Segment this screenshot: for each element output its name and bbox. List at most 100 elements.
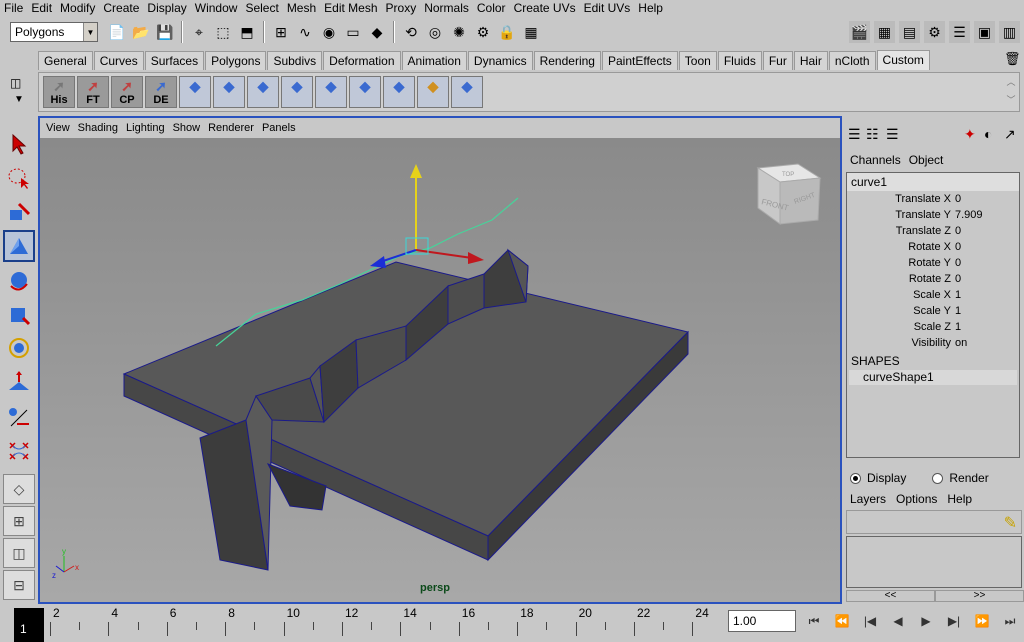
scroll-down-icon[interactable]: ﹀ bbox=[1005, 93, 1017, 107]
four-view-layout-icon[interactable]: ⊞ bbox=[3, 506, 35, 536]
new-layer-icon[interactable]: ✎ bbox=[1004, 513, 1017, 533]
attribute-row[interactable]: Scale X1 bbox=[847, 287, 1019, 303]
attribute-value[interactable]: 0 bbox=[953, 191, 1019, 207]
ipr-icon[interactable]: ✺ bbox=[448, 21, 470, 43]
persp-graph-layout-icon[interactable]: ⊟ bbox=[3, 570, 35, 600]
shelf-button-sew-uv-icon[interactable]: ◆ bbox=[451, 76, 483, 108]
attribute-value[interactable]: 1 bbox=[953, 287, 1019, 303]
make-live-icon[interactable]: ◆ bbox=[366, 21, 388, 43]
attribute-row[interactable]: Rotate Z0 bbox=[847, 271, 1019, 287]
attribute-value[interactable]: 0 bbox=[953, 223, 1019, 239]
menu-file[interactable]: File bbox=[0, 0, 27, 16]
save-scene-icon[interactable]: 💾 bbox=[154, 21, 176, 43]
rotate-tool-icon[interactable] bbox=[3, 264, 35, 296]
tab-dynamics[interactable]: Dynamics bbox=[467, 51, 533, 70]
axis-icon[interactable]: ✦ bbox=[964, 126, 976, 143]
shelf-button-grid-uv-icon[interactable]: ◆ bbox=[383, 76, 415, 108]
attribute-value[interactable]: 1 bbox=[953, 303, 1019, 319]
menu-help[interactable]: Help bbox=[634, 0, 667, 16]
scale-tool-icon[interactable] bbox=[3, 298, 35, 330]
attribute-row[interactable]: Translate X0 bbox=[847, 191, 1019, 207]
attribute-value[interactable]: 1 bbox=[953, 319, 1019, 335]
attribute-row[interactable]: Translate Y 7.909 bbox=[847, 207, 1019, 223]
shelf-button-delete-edges-icon[interactable]: ➚ DE bbox=[145, 76, 177, 108]
select-hierarchy-icon[interactable]: ⌖ bbox=[188, 21, 210, 43]
render-settings-icon[interactable]: ⚙ bbox=[472, 21, 494, 43]
shelf-button-center-pivot-icon[interactable]: ➚ CP bbox=[111, 76, 143, 108]
chevron-down-icon[interactable]: ▼ bbox=[14, 94, 24, 105]
shelf-button-sphere-uv-icon[interactable]: ◆ bbox=[281, 76, 313, 108]
attribute-row[interactable]: Rotate Y0 bbox=[847, 255, 1019, 271]
view-cube[interactable]: TOP FRONT RIGHT bbox=[756, 163, 822, 225]
menu-create[interactable]: Create bbox=[99, 0, 143, 16]
menu-color[interactable]: Color bbox=[473, 0, 510, 16]
tool-settings-icon[interactable]: ▣ bbox=[974, 21, 995, 43]
tab-animation[interactable]: Animation bbox=[401, 51, 467, 70]
shape-node[interactable]: curveShape1 bbox=[849, 370, 1017, 385]
attribute-value[interactable]: 0 bbox=[953, 239, 1019, 255]
layer-editor-icon[interactable]: ☷ bbox=[866, 126, 879, 143]
shelf-button-uv-planar-icon[interactable]: ◆ bbox=[179, 76, 211, 108]
show-manipulator-icon[interactable] bbox=[3, 400, 35, 432]
last-tool-used-icon[interactable] bbox=[3, 434, 35, 466]
attribute-value[interactable]: 0 bbox=[953, 255, 1019, 271]
attribute-row[interactable]: Rotate X0 bbox=[847, 239, 1019, 255]
attribute-row[interactable]: Scale Z1 bbox=[847, 319, 1019, 335]
step-back-key-icon[interactable]: ⏪ bbox=[828, 608, 856, 634]
current-time-field[interactable]: 1.00 bbox=[728, 610, 796, 632]
time-slider[interactable]: 1 2 4 6 8 10 12 14 16 18 20 22 24 bbox=[0, 604, 722, 642]
shelf-button-select-uv-icon[interactable]: ◆ bbox=[349, 76, 381, 108]
tab-toon[interactable]: Toon bbox=[678, 51, 717, 70]
render-frame-icon[interactable]: ▦ bbox=[874, 21, 895, 43]
render-icon[interactable]: ◎ bbox=[424, 21, 446, 43]
scroll-up-icon[interactable]: ︿ bbox=[1005, 75, 1017, 89]
display-radio[interactable] bbox=[850, 472, 861, 484]
step-back-frame-icon[interactable]: |◀ bbox=[856, 608, 884, 634]
sphere-icon[interactable]: ◐ bbox=[984, 126, 992, 142]
panel-menu-panels[interactable]: Panels bbox=[262, 122, 296, 134]
snap-point-icon[interactable]: ◉ bbox=[318, 21, 340, 43]
go-to-end-icon[interactable]: ⏭ bbox=[996, 608, 1024, 634]
panel-menu-show[interactable]: Show bbox=[173, 122, 201, 134]
tab-ncloth[interactable]: nCloth bbox=[828, 51, 876, 70]
lasso-tool-icon[interactable] bbox=[3, 162, 35, 194]
play-forward-icon[interactable]: ▶ bbox=[912, 608, 940, 634]
shelf-button-extrude-icon[interactable]: ◆ bbox=[247, 76, 279, 108]
select-object-icon[interactable]: ⬚ bbox=[212, 21, 234, 43]
viewport-panel[interactable]: View Shading Lighting Show Renderer Panels bbox=[38, 116, 842, 604]
render-view-icon[interactable]: 🎬 bbox=[849, 21, 870, 43]
lock-icon[interactable]: 🔒 bbox=[496, 21, 518, 43]
construction-history-icon[interactable]: ▦ bbox=[520, 21, 542, 43]
menu-select[interactable]: Select bbox=[241, 0, 282, 16]
shelf-button-uv-layout-icon[interactable]: ◆ bbox=[315, 76, 347, 108]
tab-general[interactable]: General bbox=[38, 51, 93, 70]
channel-layer-icon[interactable]: ☰ bbox=[886, 126, 899, 143]
channel-box-menu-object[interactable]: Object bbox=[909, 153, 944, 167]
tab-deformation[interactable]: Deformation bbox=[323, 51, 401, 70]
menu-proxy[interactable]: Proxy bbox=[382, 0, 421, 16]
attribute-row[interactable]: Translate Z0 bbox=[847, 223, 1019, 239]
ipr-render-icon[interactable]: ▤ bbox=[899, 21, 920, 43]
panel-menu-shading[interactable]: Shading bbox=[78, 122, 118, 134]
layer-menu-help[interactable]: Help bbox=[947, 492, 972, 506]
layer-pager-next[interactable]: >> bbox=[935, 590, 1024, 602]
tab-hair[interactable]: Hair bbox=[793, 51, 828, 70]
snap-curve-icon[interactable]: ∿ bbox=[294, 21, 316, 43]
shelf-button-history-curve-icon[interactable]: ➚ His bbox=[43, 76, 75, 108]
menu-set-select[interactable]: Polygons ▼ bbox=[10, 22, 98, 42]
tab-polygons[interactable]: Polygons bbox=[205, 51, 267, 70]
menu-window[interactable]: Window bbox=[191, 0, 242, 16]
menu-mesh[interactable]: Mesh bbox=[283, 0, 320, 16]
select-tool-icon[interactable] bbox=[3, 128, 35, 160]
gear-icon[interactable]: ◫ bbox=[10, 76, 21, 90]
panel-menu-view[interactable]: View bbox=[46, 122, 70, 134]
new-scene-icon[interactable]: 📄 bbox=[106, 21, 128, 43]
tab-fur[interactable]: Fur bbox=[762, 51, 793, 70]
soft-modification-icon[interactable] bbox=[3, 366, 35, 398]
shelf-button-cylinder-uv-icon[interactable]: ◆ bbox=[417, 76, 449, 108]
snap-grid-icon[interactable]: ⊞ bbox=[270, 21, 292, 43]
persp-outliner-layout-icon[interactable]: ◫ bbox=[3, 538, 35, 568]
menu-display[interactable]: Display bbox=[143, 0, 190, 16]
layer-pager-prev[interactable]: << bbox=[846, 590, 935, 602]
panel-menu-lighting[interactable]: Lighting bbox=[126, 122, 165, 134]
